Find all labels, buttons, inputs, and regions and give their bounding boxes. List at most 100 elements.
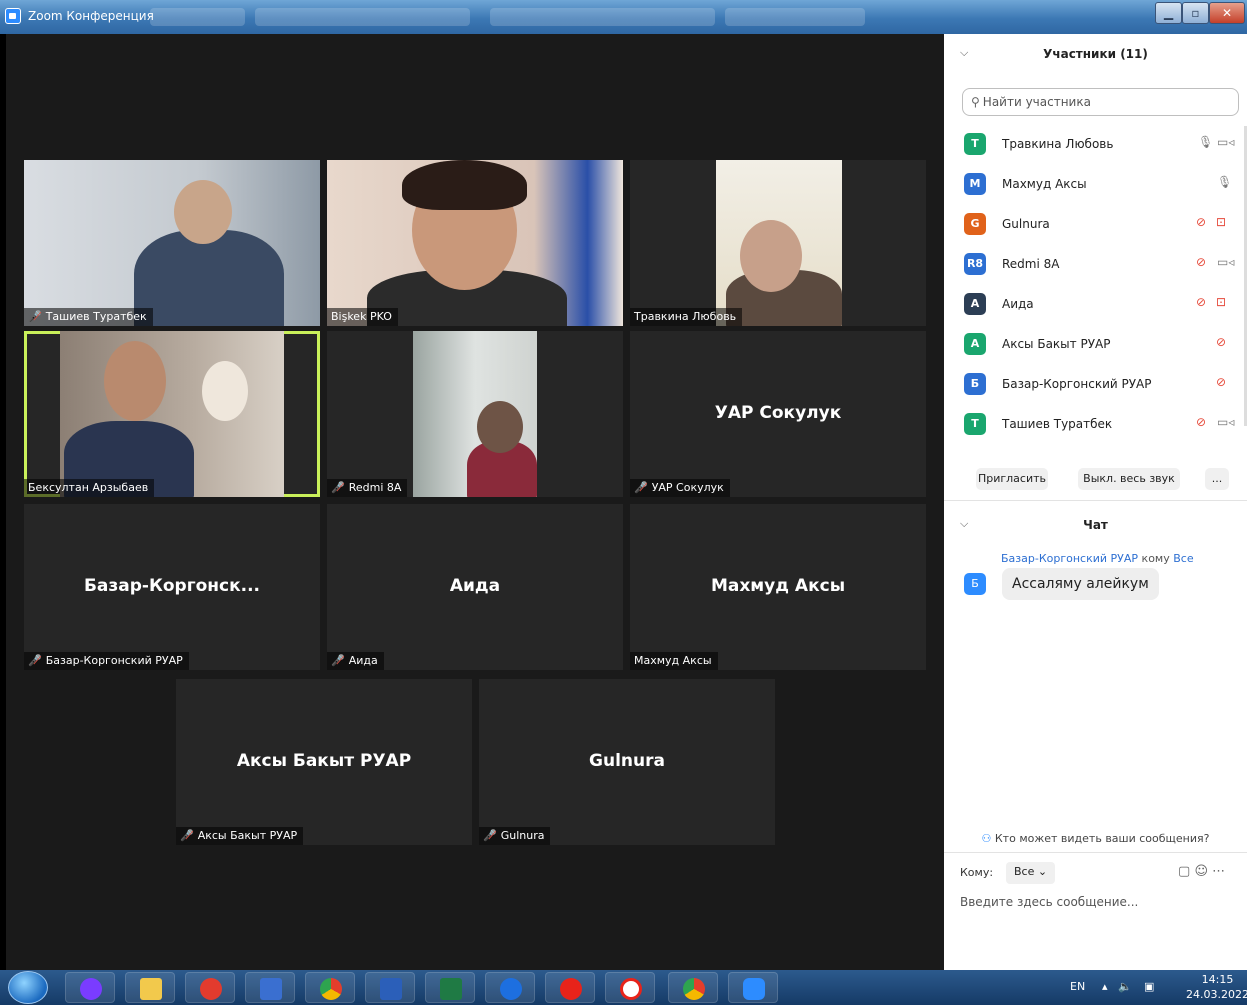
video-gallery: 🎤̸ Ташиев Туратбек Bişkek PKO Травкина Лю… — [6, 34, 944, 970]
chat-tools: ▢ ☺ ⋯ — [1178, 864, 1225, 879]
more-icon[interactable]: ⋯ — [1212, 864, 1225, 879]
participant-name-label: 🎤̸ Ташиев Туратбек — [24, 308, 153, 326]
background-tab[interactable] — [255, 8, 470, 26]
taskbar-teamviewer-app[interactable] — [485, 972, 535, 1003]
emoji-icon[interactable]: ☺ — [1194, 864, 1208, 879]
chat-to-word: кому — [1141, 552, 1170, 565]
background-tab[interactable] — [490, 8, 715, 26]
background-tab[interactable] — [150, 8, 245, 26]
participant-display-name: Махмуд Аксы — [710, 576, 846, 596]
participant-display-name: УАР Сокулук — [714, 403, 842, 423]
participant-name: Gulnura — [1002, 217, 1050, 231]
system-clock[interactable]: 14:15 24.03.2022 — [1186, 972, 1247, 1002]
video-tile[interactable]: 🎤̸ Redmi 8A — [327, 331, 623, 497]
video-tile[interactable]: Gulnura 🎤̸ Gulnura — [479, 679, 775, 845]
participant-search-input[interactable]: ⚲ Найти участника — [962, 88, 1239, 116]
participant-name: Bişkek PKO — [331, 310, 392, 323]
participant-row[interactable]: T Ташиев Туратбек ⊘ ▭◃ — [944, 404, 1247, 444]
participant-name: Махмуд Аксы — [1002, 177, 1087, 191]
clock-time: 14:15 — [1201, 973, 1234, 986]
close-button[interactable]: ✕ — [1209, 2, 1245, 24]
recipient-dropdown[interactable]: Все ⌄ — [1006, 862, 1056, 884]
video-tile[interactable]: 🎤̸ Ташиев Туратбек — [24, 160, 320, 326]
file-icon[interactable]: ▢ — [1178, 864, 1190, 879]
participant-row[interactable]: A Аксы Бакыт РУАР ⊘ — [944, 324, 1247, 364]
taskbar-explorer-app[interactable] — [125, 972, 175, 1003]
participant-name: Травкина Любовь — [1002, 137, 1114, 151]
participant-row[interactable]: M Махмуд Аксы 🎙 — [944, 164, 1247, 204]
start-button[interactable] — [8, 971, 48, 1004]
participant-display-name: Базар-Коргонск... — [83, 576, 261, 596]
participant-name: Gulnura — [500, 829, 545, 842]
mute-all-button[interactable]: Выкл. весь звук — [1078, 468, 1180, 490]
muted-mic-icon[interactable]: ⊘ — [1196, 415, 1206, 429]
participant-name-label: 🎤̸ Аксы Бакыт РУАР — [176, 827, 304, 845]
more-options-button[interactable]: ... — [1205, 468, 1229, 490]
participant-name-label: Бексултан Арзыбаев — [24, 479, 155, 497]
video-tile[interactable]: Махмуд Аксы Махмуд Аксы — [630, 504, 926, 670]
muted-mic-icon[interactable]: ⊘ — [1196, 215, 1206, 229]
taskbar-save-app[interactable] — [245, 972, 295, 1003]
participant-row[interactable]: Б Базар-Коргонский РУАР ⊘ — [944, 364, 1247, 404]
muted-mic-icon[interactable]: ⊘ — [1196, 255, 1206, 269]
taskbar-yandex-browser-app[interactable] — [605, 972, 655, 1003]
avatar: G — [964, 213, 986, 235]
participant-row[interactable]: G Gulnura ⊘ ⊡ — [944, 204, 1247, 244]
video-tile[interactable]: Аида 🎤̸ Аида — [327, 504, 623, 670]
chat-sender[interactable]: Базар-Коргонский РУАР — [1001, 552, 1138, 565]
chat-message: Ассаляму алейкум — [1002, 568, 1159, 600]
network-icon[interactable]: ▣ — [1144, 980, 1154, 993]
video-tile[interactable]: УАР Сокулук 🎤̸ УАР Сокулук — [630, 331, 926, 497]
participant-name-label: 🎤̸ Базар-Коргонский РУАР — [24, 652, 189, 670]
taskbar-yandex-app[interactable] — [545, 972, 595, 1003]
language-indicator[interactable]: EN — [1070, 980, 1085, 993]
maximize-button[interactable]: ▫ — [1182, 2, 1209, 24]
to-label: Кому: — [960, 866, 994, 879]
camera-off-icon[interactable]: ⊡ — [1216, 215, 1226, 229]
camera-icon[interactable]: ▭◃ — [1217, 415, 1234, 429]
taskbar-alice-app[interactable] — [65, 972, 115, 1003]
taskbar-ccleaner-app[interactable] — [185, 972, 235, 1003]
taskbar-chrome-profile-app[interactable] — [668, 972, 718, 1003]
participant-display-name: Аксы Бакыт РУАР — [236, 751, 412, 771]
muted-mic-icon[interactable]: ⊘ — [1216, 335, 1226, 349]
video-tile[interactable]: Bişkek PKO — [327, 160, 623, 326]
mic-icon[interactable]: 🎙 — [1217, 175, 1232, 189]
search-placeholder: Найти участника — [982, 95, 1091, 109]
video-feed — [174, 180, 232, 244]
participant-row[interactable]: A Аида ⊘ ⊡ — [944, 284, 1247, 324]
taskbar-zoom-app[interactable] — [728, 972, 778, 1003]
avatar: M — [964, 173, 986, 195]
camera-icon[interactable]: ▭◃ — [1217, 135, 1234, 149]
muted-mic-icon: 🎤̸ — [28, 310, 42, 323]
camera-icon[interactable]: ▭◃ — [1217, 255, 1234, 269]
message-visibility-link[interactable]: ⚇ Кто может видеть ваши сообщения? — [944, 832, 1247, 845]
mic-icon[interactable]: 🎙 — [1198, 135, 1213, 149]
video-tile-active-speaker[interactable]: Бексултан Арзыбаев — [24, 331, 320, 497]
video-tile[interactable]: Травкина Любовь — [630, 160, 926, 326]
participant-name: Аида — [1002, 297, 1034, 311]
camera-off-icon[interactable]: ⊡ — [1216, 295, 1226, 309]
background-tab[interactable] — [725, 8, 865, 26]
minimize-button[interactable]: ▁ — [1155, 2, 1182, 24]
video-tile[interactable]: Базар-Коргонск... 🎤̸ Базар-Коргонский РУА… — [24, 504, 320, 670]
participant-row[interactable]: T Травкина Любовь 🎙 ▭◃ — [944, 124, 1247, 164]
chat-message-meta: Базар-Коргонский РУАР кому Все — [1001, 552, 1194, 565]
avatar: T — [964, 133, 986, 155]
muted-mic-icon[interactable]: ⊘ — [1216, 375, 1226, 389]
window-title: Zoom Конференция — [28, 9, 154, 23]
muted-mic-icon: 🎤̸ — [483, 829, 497, 842]
volume-icon[interactable]: 🔈 — [1118, 980, 1132, 993]
taskbar-excel-app[interactable] — [425, 972, 475, 1003]
invite-button[interactable]: Пригласить — [976, 468, 1048, 490]
people-icon: ⚇ — [981, 832, 992, 845]
chat-message-input[interactable]: Введите здесь сообщение... — [960, 895, 1138, 909]
taskbar-chrome-app[interactable] — [305, 972, 355, 1003]
video-tile[interactable]: Аксы Бакыт РУАР 🎤̸ Аксы Бакыт РУАР — [176, 679, 472, 845]
show-hidden-icons[interactable]: ▴ — [1102, 980, 1108, 993]
participant-row[interactable]: R8 Redmi 8A ⊘ ▭◃ — [944, 244, 1247, 284]
muted-mic-icon[interactable]: ⊘ — [1196, 295, 1206, 309]
participant-name: Redmi 8A — [1002, 257, 1060, 271]
taskbar-word-app[interactable] — [365, 972, 415, 1003]
participants-header: ⌵ Участники (11) — [944, 34, 1247, 74]
